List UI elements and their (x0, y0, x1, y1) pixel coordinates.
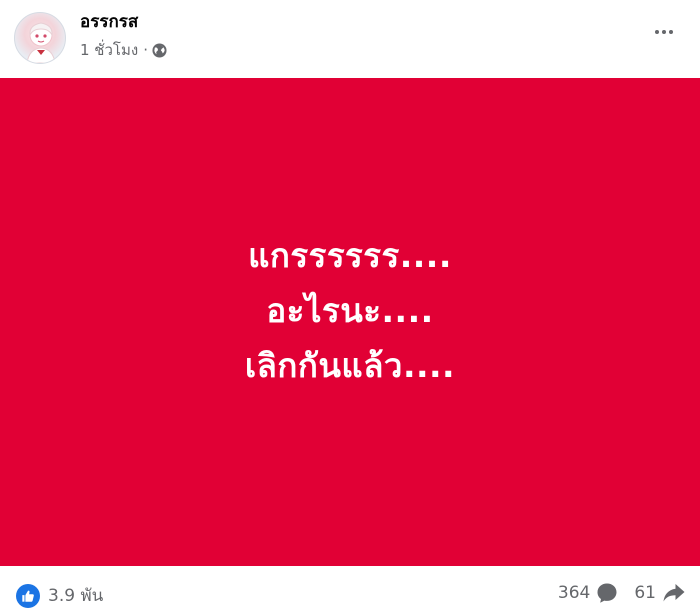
post-content-card[interactable]: แกรรรรรร.... อะไรนะ.... เลิกกันแล้ว.... (0, 78, 700, 566)
author-name[interactable]: อรรกรส (80, 12, 138, 32)
share-count: 61 (634, 583, 656, 603)
like-icon (16, 583, 40, 608)
post-footer: 3.9 พัน 364 61 (0, 566, 700, 614)
more-horizontal-icon (655, 30, 659, 34)
post: อรรกรส 1 ชั่วโมง · แกรรรรรร.... อะไรนะ..… (0, 0, 700, 614)
post-text: แกรรรรรร.... อะไรนะ.... เลิกกันแล้ว.... (245, 228, 455, 393)
avatar-image (26, 22, 56, 63)
reactions-summary[interactable]: 3.9 พัน (16, 582, 103, 609)
post-header: อรรกรส 1 ชั่วโมง · (0, 0, 700, 78)
more-options-button[interactable] (646, 20, 682, 44)
comments-count-button[interactable]: 364 (558, 582, 618, 604)
avatar[interactable] (14, 12, 66, 64)
globe-icon (152, 42, 167, 58)
post-text-line: แกรรรรรร.... (248, 235, 452, 275)
comment-icon (597, 583, 617, 603)
post-time[interactable]: 1 ชั่วโมง (80, 38, 138, 62)
post-text-line: เลิกกันแล้ว.... (244, 345, 456, 385)
comment-count: 364 (557, 583, 591, 603)
engagement-counts: 364 61 (558, 582, 686, 604)
post-meta: 1 ชั่วโมง · (80, 40, 167, 60)
share-arrow-icon (663, 584, 685, 602)
shares-count-button[interactable]: 61 (634, 582, 686, 604)
post-text-line: อะไรนะ.... (266, 290, 434, 330)
reaction-count: 3.9 พัน (48, 586, 104, 606)
meta-separator: · (143, 41, 148, 59)
